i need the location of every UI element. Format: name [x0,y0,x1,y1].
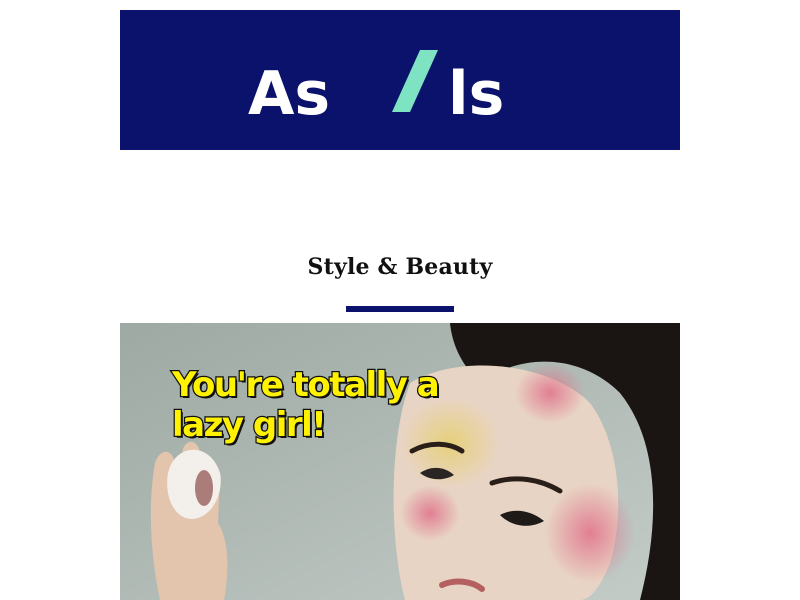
hero-image[interactable]: You're totally a lazy girl! [120,323,680,600]
email-body: As ls Style & Beauty You're totally a la… [0,0,800,600]
logo-text-left: As [248,59,330,129]
section-title: Style & Beauty [307,254,493,280]
brand-logo[interactable]: As ls [120,10,680,150]
header-banner[interactable]: As ls [120,10,680,150]
hero-caption-line1: You're totally a [171,364,441,407]
title-underline [346,306,454,312]
hero-caption: You're totally a lazy girl! [171,364,441,447]
logo-slash [392,50,438,112]
hero-caption-line2: lazy girl! [171,404,328,447]
logo-text-right: ls [448,59,504,129]
